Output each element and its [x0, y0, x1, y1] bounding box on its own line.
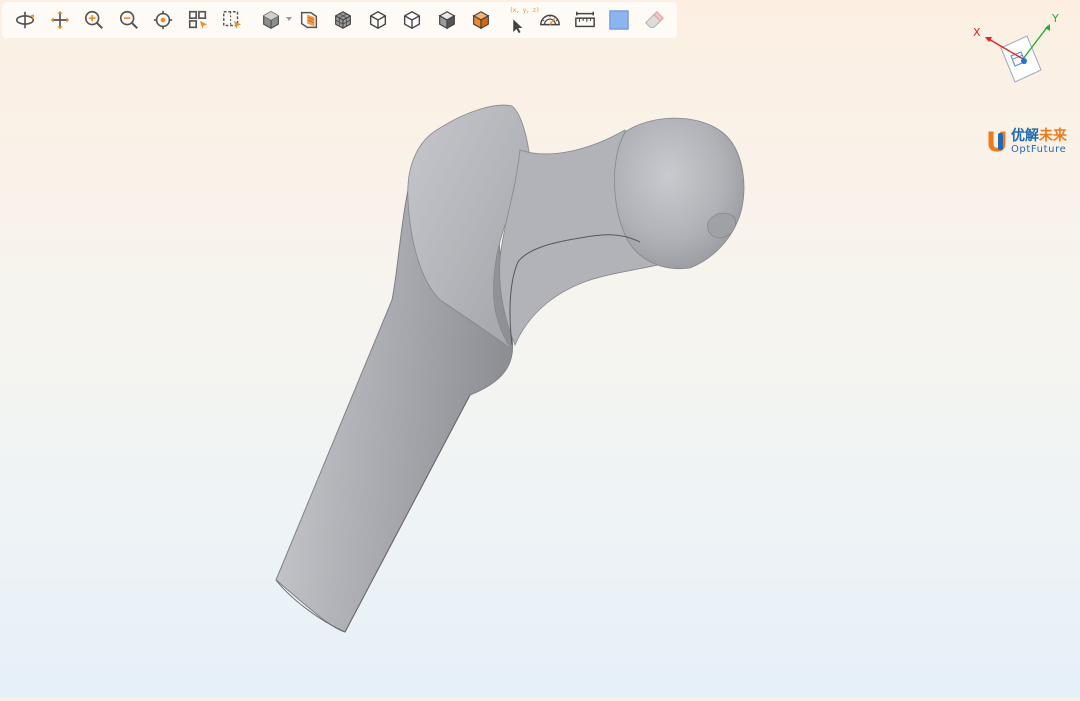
section-button[interactable]	[292, 3, 327, 37]
view-cube-dropdown[interactable]	[250, 3, 292, 37]
3d-viewport[interactable]	[0, 0, 1080, 697]
hidden-line-view-button[interactable]	[395, 3, 430, 37]
shaded-cube-icon	[438, 11, 456, 30]
zoom-in-icon	[85, 10, 104, 29]
y-axis-label: Y	[1051, 12, 1059, 25]
box-select-icon	[223, 11, 242, 30]
fit-center-button[interactable]	[146, 3, 181, 37]
shaded-edges-view-button[interactable]	[464, 3, 499, 37]
ruler-icon	[574, 11, 595, 28]
pan-icon	[50, 10, 69, 30]
target-icon	[154, 10, 173, 30]
zoom-out-button[interactable]	[112, 3, 147, 37]
eraser-icon	[644, 10, 664, 28]
toolbar: (x, y, z)	[2, 2, 677, 38]
protractor-icon	[540, 14, 561, 26]
color-swatch-icon	[609, 10, 629, 30]
angle-measure-button[interactable]	[533, 3, 568, 37]
zoom-out-icon	[119, 10, 138, 29]
femoral-head	[614, 117, 745, 270]
cube-dropdown-icon	[262, 11, 279, 29]
pan-button[interactable]	[43, 3, 78, 37]
select-parts-button[interactable]	[181, 3, 216, 37]
mesh-cube-icon	[335, 11, 352, 29]
x-axis-label: X	[973, 26, 981, 39]
femur-model[interactable]	[0, 0, 1080, 697]
optfuture-logo: U 优解未来 OptFuture	[986, 126, 1080, 158]
wire-cube-icon	[369, 10, 386, 30]
axis-gizmo[interactable]: X Y	[965, 8, 1065, 108]
mesh-view-button[interactable]	[326, 3, 361, 37]
clear-button[interactable]	[637, 3, 672, 37]
shaded-view-button[interactable]	[430, 3, 465, 37]
logo-cn-part2: 未来	[1038, 128, 1067, 144]
zoom-in-button[interactable]	[77, 3, 112, 37]
rotate-button[interactable]	[8, 3, 43, 37]
pick-point-icon	[513, 19, 523, 34]
logo-en: OptFuture	[1010, 144, 1067, 155]
logo-cn-part1: 优解	[1010, 128, 1039, 144]
distance-measure-button[interactable]	[568, 3, 603, 37]
background-color-button[interactable]	[602, 3, 637, 37]
box-select-button[interactable]	[215, 3, 250, 37]
hidden-line-cube-icon	[404, 10, 421, 30]
select-grid-icon	[188, 10, 207, 30]
section-plane-icon	[300, 11, 317, 29]
rotate-icon	[16, 11, 35, 29]
pick-point-button[interactable]: (x, y, z)	[499, 3, 540, 37]
orientation-gizmo-icon: X Y	[973, 12, 1059, 83]
wireframe-view-button[interactable]	[361, 3, 396, 37]
orange-cube-icon	[472, 11, 490, 30]
logo-u-icon: U	[986, 126, 1008, 158]
